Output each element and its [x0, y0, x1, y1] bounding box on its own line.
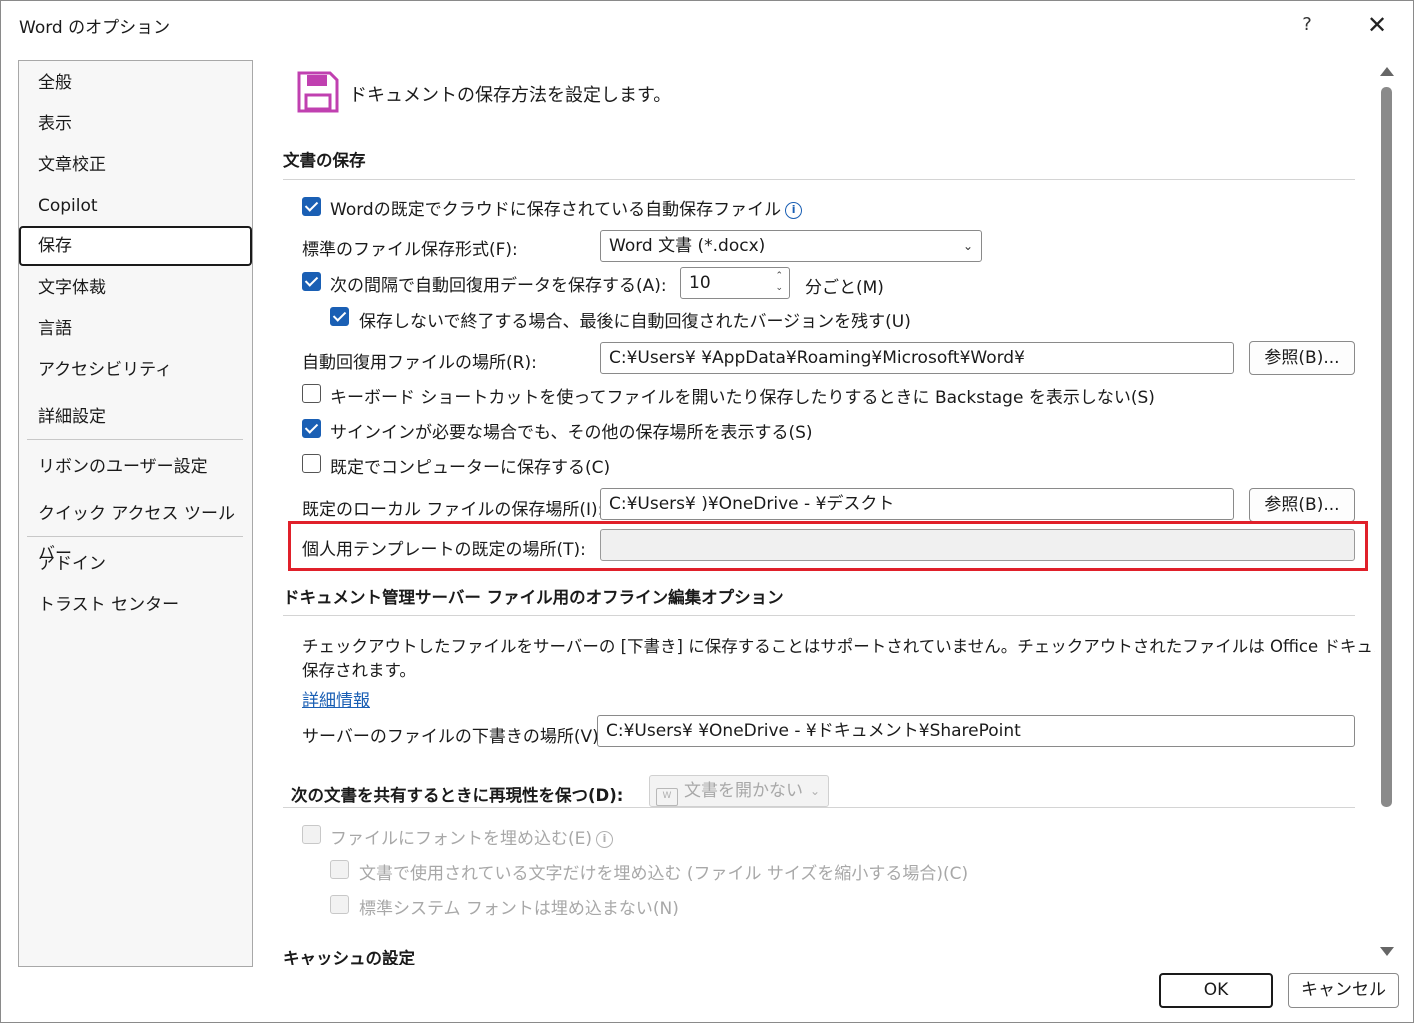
autosave-cloud-label: Wordの既定でクラウドに保存されている自動保存ファイル i	[330, 195, 803, 220]
sidebar-item-quick-access-toolbar[interactable]: クイック アクセス ツール バー	[20, 494, 251, 564]
no-backstage-checkbox[interactable]	[302, 384, 321, 403]
save-floppy-icon	[297, 71, 339, 113]
no-backstage-label: キーボード ショートカットを使ってファイルを開いたり保存したりするときに Bac…	[330, 388, 1155, 408]
scroll-thumb[interactable]	[1381, 87, 1392, 807]
fidelity-document-select[interactable]: W 文書を開かない ⌄	[649, 775, 829, 807]
drafts-location-field[interactable]: C:¥Users¥ ¥OneDrive - ¥ドキュメント¥SharePoint	[597, 715, 1355, 747]
section-divider	[283, 615, 1355, 616]
autorecover-location-field[interactable]: C:¥Users¥ ¥AppData¥Roaming¥Microsoft¥Wor…	[600, 342, 1234, 374]
cache-section-title: キャッシュの設定	[283, 949, 415, 965]
content-scrollbar[interactable]	[1377, 63, 1397, 963]
browse-autorecover-button[interactable]: 参照(B)...	[1249, 341, 1355, 375]
options-dialog: Word のオプション ? ✕ 全般 表示 文章校正 Copilot 保存 文字…	[0, 0, 1414, 1023]
ok-button[interactable]: OK	[1159, 973, 1273, 1008]
word-doc-icon: W	[656, 788, 678, 806]
embed-used-chars-checkbox[interactable]	[330, 860, 349, 879]
show-other-locations-checkbox[interactable]	[302, 419, 321, 438]
local-location-field[interactable]: C:¥Users¥ )¥OneDrive - ¥デスクト	[600, 488, 1234, 520]
template-location-field[interactable]	[600, 529, 1355, 561]
sidebar-item-save[interactable]: 保存	[19, 226, 252, 266]
chevron-down-icon: ⌄	[809, 784, 820, 798]
interval-unit-label: 分ごと(M)	[805, 278, 884, 298]
dialog-title: Word のオプション	[19, 18, 171, 38]
autorecover-interval-spinner[interactable]: 10 ⌃ ⌄	[680, 267, 790, 299]
help-button[interactable]: ?	[1291, 9, 1323, 41]
embed-used-chars-label: 文書で使用されている文字だけを埋め込む (ファイル サイズを縮小する場合)(C)	[359, 864, 969, 884]
autosave-cloud-checkbox[interactable]	[302, 197, 321, 216]
embed-fonts-checkbox[interactable]	[302, 825, 321, 844]
more-info-link[interactable]: 詳細情報	[302, 686, 370, 711]
offline-section-title: ドキュメント管理サーバー ファイル用のオフライン編集オプション	[283, 588, 784, 607]
sidebar-item-customize-ribbon[interactable]: リボンのユーザー設定	[20, 447, 251, 487]
options-content: ドキュメントの保存方法を設定します。 文書の保存 Wordの既定でクラウドに保存…	[263, 53, 1375, 965]
offline-notice-line2: 保存されます。	[302, 661, 416, 680]
template-location-label: 個人用テンプレートの既定の場所(T):	[302, 540, 586, 560]
chevron-down-icon: ⌄	[962, 239, 973, 253]
default-format-label: 標準のファイル保存形式(F):	[302, 240, 518, 260]
fidelity-section-title: 次の文書を共有するときに再現性を保つ(D):	[291, 786, 624, 805]
sidebar-divider	[27, 439, 243, 440]
section-divider	[283, 807, 1355, 808]
cancel-button[interactable]: キャンセル	[1288, 973, 1399, 1008]
sidebar-item-language[interactable]: 言語	[20, 309, 251, 349]
autorecover-label: 次の間隔で自動回復用データを保存する(A):	[330, 276, 667, 296]
browse-local-button[interactable]: 参照(B)...	[1249, 488, 1355, 522]
section-divider	[283, 179, 1355, 180]
show-other-locations-label: サインインが必要な場合でも、その他の保存場所を表示する(S)	[330, 423, 813, 443]
save-to-computer-label: 既定でコンピューターに保存する(C)	[330, 458, 611, 478]
scroll-up-icon[interactable]	[1380, 67, 1394, 76]
info-icon[interactable]: i	[785, 202, 803, 219]
drafts-location-label: サーバーのファイルの下書きの場所(V):	[302, 727, 605, 747]
sidebar-item-copilot[interactable]: Copilot	[20, 186, 251, 226]
sidebar-item-addins[interactable]: アドイン	[20, 544, 251, 584]
sidebar-item-display[interactable]: 表示	[20, 104, 251, 144]
no-system-fonts-label: 標準システム フォントは埋め込まない(N)	[359, 899, 679, 919]
page-description: ドキュメントの保存方法を設定します。	[349, 85, 672, 106]
autorecover-location-label: 自動回復用ファイルの場所(R):	[302, 353, 537, 373]
scroll-down-icon[interactable]	[1380, 947, 1394, 956]
no-system-fonts-checkbox[interactable]	[330, 895, 349, 914]
info-icon[interactable]: i	[596, 831, 614, 848]
title-bar: Word のオプション ? ✕	[1, 1, 1413, 49]
autorecover-checkbox[interactable]	[302, 272, 321, 291]
sidebar-item-accessibility[interactable]: アクセシビリティ	[20, 350, 251, 390]
sidebar-item-general[interactable]: 全般	[20, 63, 251, 103]
default-format-select[interactable]: Word 文書 (*.docx) ⌄	[600, 230, 982, 262]
offline-notice-line1: チェックアウトしたファイルをサーバーの [下書き] に保存することはサポートされ…	[302, 637, 1375, 656]
sidebar-item-advanced[interactable]: 詳細設定	[20, 397, 251, 437]
close-button[interactable]: ✕	[1359, 9, 1395, 41]
save-section-title: 文書の保存	[283, 151, 366, 170]
sidebar-item-proofing[interactable]: 文章校正	[20, 145, 251, 185]
options-sidebar: 全般 表示 文章校正 Copilot 保存 文字体裁 言語 アクセシビリティ 詳…	[18, 60, 253, 967]
sidebar-item-typography[interactable]: 文字体裁	[20, 268, 251, 308]
save-to-computer-checkbox[interactable]	[302, 454, 321, 473]
local-location-label: 既定のローカル ファイルの保存場所(I):	[302, 500, 604, 520]
keep-last-version-checkbox[interactable]	[330, 307, 349, 326]
embed-fonts-label: ファイルにフォントを埋め込む(E) i	[330, 824, 614, 849]
spinner-arrows-icon[interactable]: ⌃ ⌄	[775, 270, 783, 294]
sidebar-divider	[27, 536, 243, 537]
sidebar-item-trust-center[interactable]: トラスト センター	[20, 585, 251, 625]
keep-last-version-label: 保存しないで終了する場合、最後に自動回復されたバージョンを残す(U)	[359, 312, 911, 332]
